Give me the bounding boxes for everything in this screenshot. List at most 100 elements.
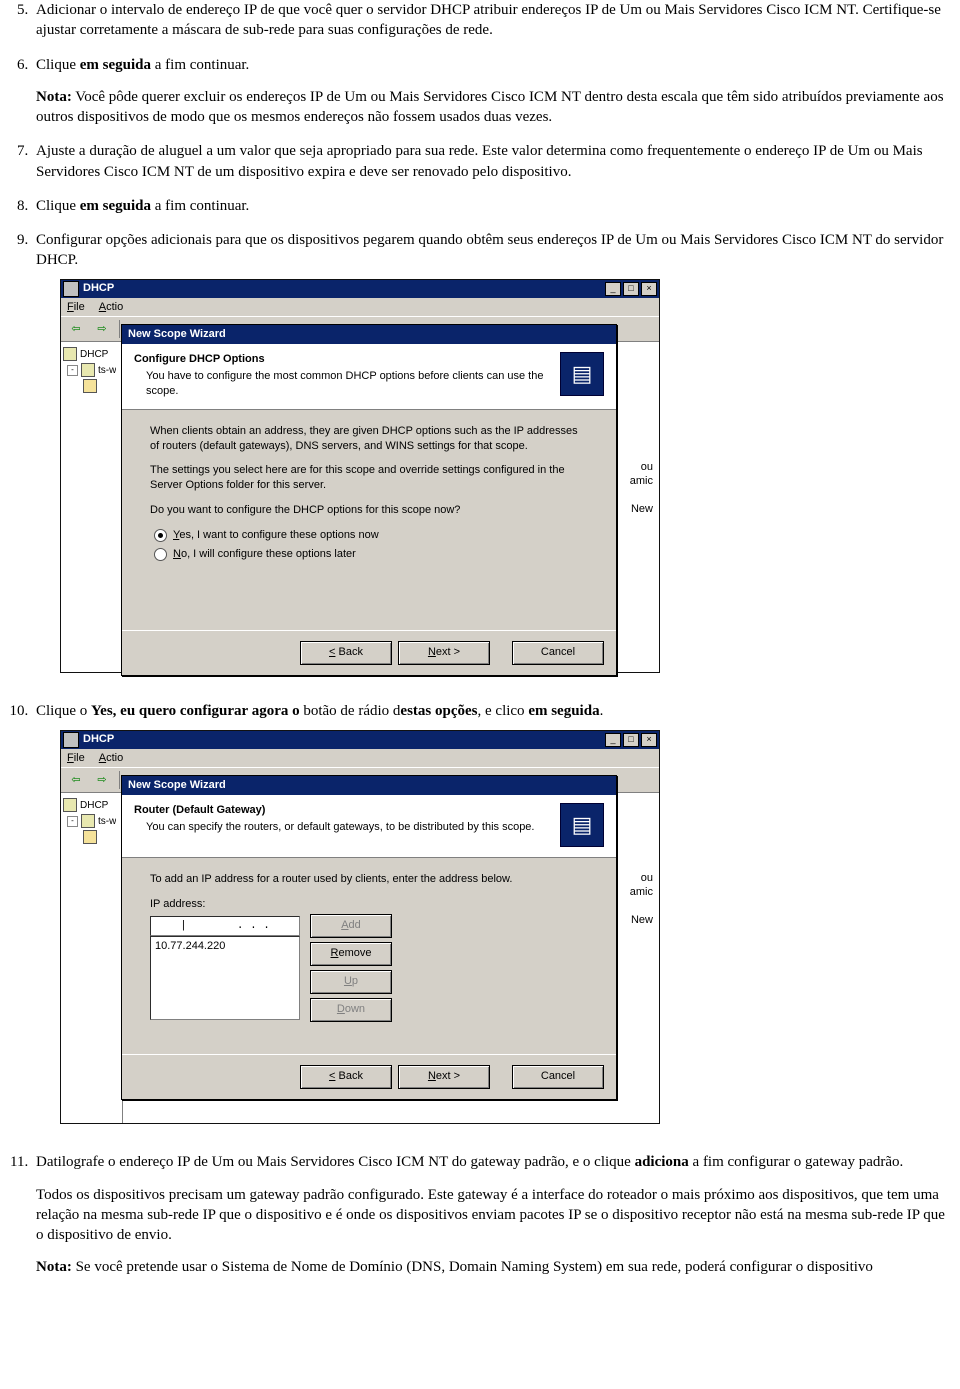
step6-note-body: Você pôde querer excluir os endereços IP…: [36, 89, 944, 125]
bg-text-3: New: [631, 502, 653, 517]
tree-node-icon: [81, 363, 95, 377]
list-item[interactable]: 10.77.244.220: [155, 939, 295, 954]
tree-pane: DHCP - ts-w: [61, 342, 123, 672]
step8-b: em seguida: [80, 198, 151, 214]
minimize-button[interactable]: _: [605, 282, 621, 296]
router-gateway-wizard-dialog: New Scope Wizard Router (Default Gateway…: [121, 775, 617, 1100]
wizard-para-1: To add an IP address for a router used b…: [150, 872, 588, 887]
remove-button[interactable]: Remove: [310, 942, 392, 966]
radio-yes-label[interactable]: Yes, I want to configure these options n…: [173, 528, 379, 543]
tree-root-icon: [63, 798, 77, 812]
minimize-button[interactable]: _: [605, 733, 621, 747]
ip-dots: . . .: [237, 919, 270, 934]
dhcp-window-1: DHCP _ □ × File Actio ⇦ ⇨ DHCP - ts-w: [60, 279, 660, 674]
step-5: Adicionar o intervalo de endereço IP de …: [32, 0, 952, 41]
wizard-title: New Scope Wizard: [122, 325, 616, 344]
wizard-para-1: When clients obtain an address, they are…: [150, 424, 588, 454]
back-icon[interactable]: ⇦: [65, 770, 87, 790]
tree-collapse-icon[interactable]: -: [67, 816, 78, 827]
wizard-para-2: The settings you select here are for thi…: [150, 463, 588, 493]
cancel-button[interactable]: Cancel: [512, 1065, 604, 1089]
ip-address-input[interactable]: | . . .: [150, 916, 300, 936]
step-9: Configurar opções adicionais para que os…: [32, 230, 952, 673]
wizard-subheading: You can specify the routers, or default …: [134, 820, 560, 835]
step-7: Ajuste a duração de aluguel a um valor q…: [32, 141, 952, 182]
menu-action[interactable]: Actio: [99, 300, 123, 315]
s11-p1-a: Datilografe o endereço IP de Um ou Mais …: [36, 1154, 635, 1170]
tree-root-label[interactable]: DHCP: [80, 799, 108, 813]
menubar: File Actio: [61, 749, 659, 769]
tree-leaf-icon[interactable]: [83, 830, 97, 844]
step6-note-lbl: Nota:: [36, 89, 72, 105]
s10-b: Yes, eu quero configurar agora o: [91, 703, 300, 719]
radio-yes[interactable]: [154, 529, 167, 542]
bg-text-2: amic: [630, 474, 653, 489]
step-8: Clique em seguida a fim continuar.: [32, 196, 952, 216]
cancel-button[interactable]: Cancel: [512, 641, 604, 665]
tree-root-icon: [63, 347, 77, 361]
maximize-button[interactable]: □: [623, 733, 639, 747]
back-button[interactable]: < Back: [300, 1065, 392, 1089]
next-button[interactable]: Next >: [398, 641, 490, 665]
wizard-header-icon: ▤: [560, 803, 604, 847]
close-button[interactable]: ×: [641, 282, 657, 296]
s10-g: .: [600, 703, 604, 719]
step6-bold: em seguida: [80, 57, 151, 73]
up-button[interactable]: Up: [310, 970, 392, 994]
new-scope-wizard-dialog: New Scope Wizard Configure DHCP Options …: [121, 324, 617, 675]
back-button[interactable]: < Back: [300, 641, 392, 665]
toolbar-separator: [119, 320, 120, 338]
down-button[interactable]: Down: [310, 998, 392, 1022]
ip-address-label: IP address:: [150, 898, 205, 910]
radio-no-label[interactable]: No, I will configure these options later: [173, 547, 356, 562]
step5-text: Adicionar o intervalo de endereço IP de …: [36, 2, 941, 38]
tree-leaf-icon[interactable]: [83, 379, 97, 393]
window-title: DHCP: [83, 732, 603, 747]
menu-file[interactable]: File: [67, 300, 85, 315]
titlebar[interactable]: DHCP _ □ ×: [61, 280, 659, 298]
wizard-heading: Configure DHCP Options: [134, 352, 560, 367]
router-listbox[interactable]: 10.77.244.220: [150, 936, 300, 1020]
back-icon[interactable]: ⇦: [65, 319, 87, 339]
s11-p2: Todos os dispositivos precisam um gatewa…: [36, 1185, 952, 1246]
bg-text-2: amic: [630, 885, 653, 900]
s10-a: Clique o: [36, 703, 91, 719]
forward-icon[interactable]: ⇨: [91, 770, 113, 790]
ip-cursor: |: [180, 919, 187, 934]
next-button[interactable]: Next >: [398, 1065, 490, 1089]
s10-c: botão de rádio d: [300, 703, 401, 719]
s11-note-body: Se você pretende usar o Sistema de Nome …: [72, 1259, 873, 1275]
step-11: Datilografe o endereço IP de Um ou Mais …: [32, 1152, 952, 1277]
close-button[interactable]: ×: [641, 733, 657, 747]
radio-no[interactable]: [154, 548, 167, 561]
bg-text-1: ou: [641, 871, 653, 886]
tree-collapse-icon[interactable]: -: [67, 365, 78, 376]
step6-text-a: Clique: [36, 57, 80, 73]
tree-root-label[interactable]: DHCP: [80, 348, 108, 362]
toolbar-separator: [119, 771, 120, 789]
forward-icon[interactable]: ⇨: [91, 319, 113, 339]
wizard-title: New Scope Wizard: [122, 776, 616, 795]
step-10: Clique o Yes, eu quero configurar agora …: [32, 701, 952, 1124]
s10-d: estas opções: [400, 703, 477, 719]
menu-action[interactable]: Actio: [99, 751, 123, 766]
wizard-subheading: You have to configure the most common DH…: [134, 369, 560, 399]
wizard-para-3: Do you want to configure the DHCP option…: [150, 503, 588, 518]
add-button[interactable]: Add: [310, 914, 392, 938]
dhcp-window-2: DHCP _ □ × File Actio ⇦ ⇨ DHCP - ts-w: [60, 730, 660, 1125]
window-title: DHCP: [83, 281, 603, 296]
maximize-button[interactable]: □: [623, 282, 639, 296]
tree-pane: DHCP - ts-w: [61, 793, 123, 1123]
tree-node-label[interactable]: ts-w: [98, 364, 116, 378]
step-6: Clique em seguida a fim continuar. Nota:…: [32, 55, 952, 128]
titlebar[interactable]: DHCP _ □ ×: [61, 731, 659, 749]
app-icon: [63, 281, 79, 297]
tree-node-label[interactable]: ts-w: [98, 815, 116, 829]
step7-text: Ajuste a duração de aluguel a um valor q…: [36, 143, 923, 179]
s11-p1-b: adiciona: [635, 1154, 689, 1170]
s11-p1-c: a fim configurar o gateway padrão.: [689, 1154, 904, 1170]
step6-text-c: a fim continuar.: [151, 57, 249, 73]
menu-file[interactable]: File: [67, 751, 85, 766]
step8-a: Clique: [36, 198, 80, 214]
s10-f: em seguida: [528, 703, 599, 719]
